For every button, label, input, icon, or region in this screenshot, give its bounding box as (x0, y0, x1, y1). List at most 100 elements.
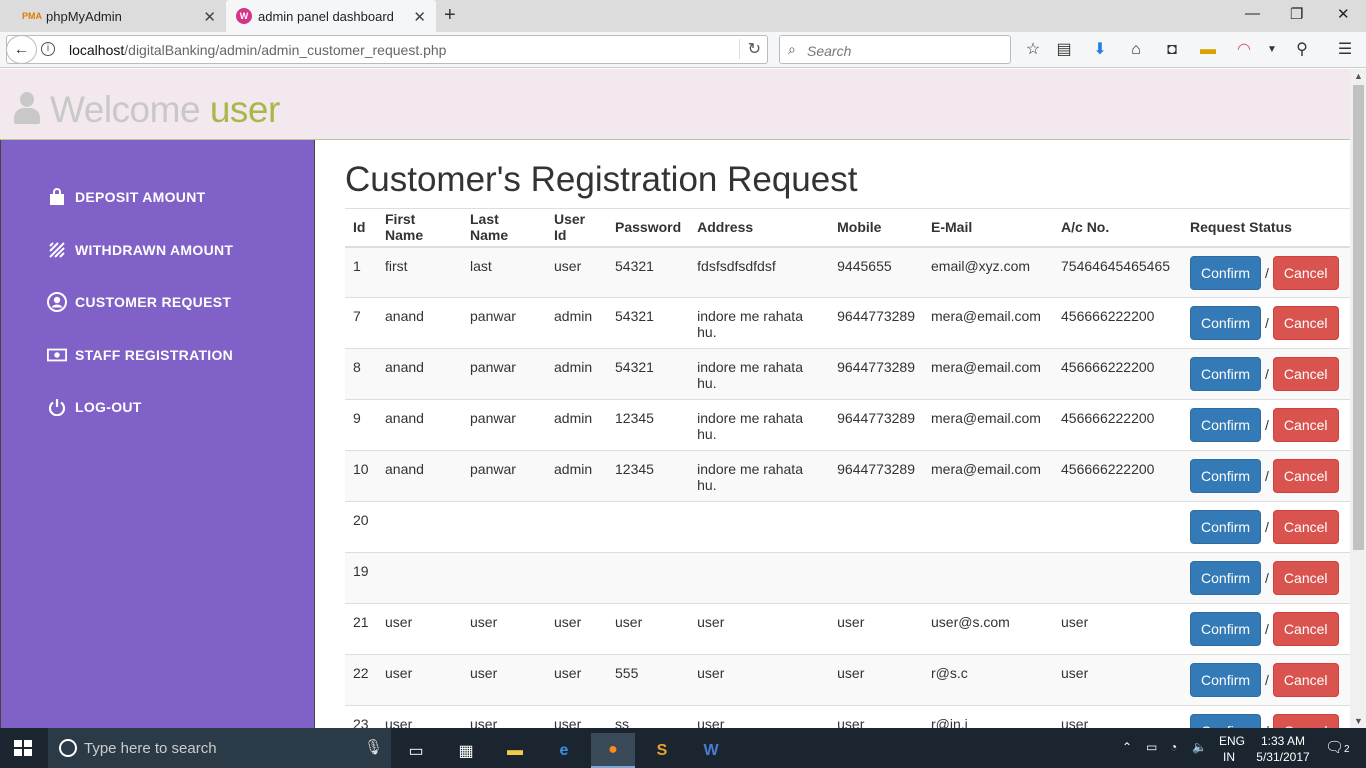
table-cell: user (829, 705, 924, 728)
table-cell: user (546, 705, 607, 728)
clock[interactable]: 1:33 AM 5/31/2017 (1252, 734, 1314, 764)
extension-icon[interactable]: ▬ (1198, 40, 1218, 60)
bookmark-star-icon[interactable]: ☆ (1023, 40, 1043, 60)
reload-icon[interactable]: ↻ (738, 39, 761, 59)
scroll-up-icon[interactable]: ▲ (1354, 71, 1363, 81)
tab-admin-panel[interactable]: W admin panel dashboard ✕ (226, 0, 436, 32)
cancel-button[interactable]: Cancel (1272, 510, 1339, 544)
vertical-scrollbar[interactable]: ▲ ▼ (1350, 69, 1366, 728)
table-cell (462, 552, 546, 604)
rainbow-extension-icon[interactable]: ◠ (1234, 40, 1254, 60)
sidebar-item-staff-registration[interactable]: STAFF REGISTRATION (47, 346, 233, 364)
confirm-button[interactable]: Confirm (1190, 510, 1262, 544)
column-header: User Id (546, 208, 607, 248)
scrollbar-thumb[interactable] (1353, 85, 1364, 550)
table-cell: 54321 (607, 246, 690, 298)
table-cell (689, 552, 830, 604)
cancel-button[interactable]: Cancel (1272, 459, 1339, 493)
store-icon[interactable]: ▦ (444, 733, 488, 768)
sidebar-item-deposit-amount[interactable]: DEPOSIT AMOUNT (47, 188, 205, 206)
table-row: 9 anand panwar admin 12345 indore me rahata h… (345, 399, 1350, 451)
edge-icon[interactable]: e (542, 733, 586, 768)
search-input[interactable]: ⌕ Search (779, 35, 1011, 64)
language-indicator[interactable]: ENG IN (1219, 734, 1245, 764)
table-cell: admin (546, 450, 607, 502)
file-explorer-icon[interactable]: ▬ (493, 733, 537, 768)
tab-label: phpMyAdmin (46, 8, 122, 24)
sidebar-item-customer-request[interactable]: CUSTOMER REQUEST (47, 292, 231, 312)
restore-icon[interactable]: ❐ (1290, 5, 1303, 23)
tab-phpmyadmin[interactable]: PMA phpMyAdmin ✕ (0, 0, 226, 32)
table-cell (462, 501, 546, 553)
separator: / (1265, 417, 1269, 433)
request-status-cell: Confirm/Cancel (1182, 552, 1350, 604)
url-text[interactable]: localhost/digitalBanking/admin/admin_cus… (69, 42, 446, 58)
table-cell: 12345 (607, 399, 690, 451)
windows-start-icon[interactable] (14, 740, 32, 756)
cancel-button[interactable]: Cancel (1272, 408, 1339, 442)
close-tab-icon[interactable]: ✕ (203, 8, 216, 26)
cancel-button[interactable]: Cancel (1272, 255, 1339, 290)
battery-icon[interactable]: ▭ (1146, 740, 1157, 754)
close-tab-icon[interactable]: ✕ (413, 8, 426, 26)
microphone-icon[interactable]: 🎙 (364, 738, 383, 756)
wamp-favicon-icon: W (236, 8, 252, 24)
dropdown-icon[interactable]: ▼ (1262, 40, 1282, 60)
confirm-button[interactable]: Confirm (1190, 357, 1262, 391)
table-cell: user (829, 654, 924, 706)
pocket-icon[interactable]: ◘ (1162, 40, 1182, 60)
confirm-button[interactable]: Confirm (1190, 561, 1262, 595)
table-cell (829, 501, 924, 553)
confirm-button[interactable]: Confirm (1190, 714, 1262, 728)
sidebar-item-log-out[interactable]: LOG-OUT (47, 398, 142, 416)
confirm-button[interactable]: Confirm (1190, 408, 1262, 442)
minimize-icon[interactable]: — (1245, 5, 1260, 22)
tool-icon[interactable]: ⚲ (1292, 40, 1312, 60)
back-arrow-icon[interactable]: ← (6, 35, 37, 64)
table-cell: 9445655 (829, 246, 924, 298)
confirm-button[interactable]: Confirm (1190, 255, 1262, 290)
home-icon[interactable]: ⌂ (1126, 40, 1146, 60)
confirm-button[interactable]: Confirm (1190, 612, 1262, 646)
table-cell: indore me rahata hu. (689, 450, 830, 502)
table-cell: 456666222200 (1053, 348, 1183, 400)
download-icon[interactable]: ⬇ (1090, 40, 1110, 60)
table-cell: 75464645465465 (1053, 246, 1183, 298)
wifi-icon[interactable]: ◔ (1170, 740, 1177, 754)
task-view-icon[interactable]: ▭ (394, 733, 438, 768)
request-status-cell: Confirm/Cancel (1182, 654, 1350, 706)
confirm-button[interactable]: Confirm (1190, 306, 1262, 340)
firefox-icon[interactable]: ● (591, 733, 635, 768)
chevron-up-icon[interactable]: ⌃ (1122, 740, 1132, 754)
word-icon[interactable]: W (689, 733, 733, 768)
table-cell: anand (377, 399, 462, 451)
reading-list-icon[interactable]: ▤ (1054, 40, 1074, 60)
scroll-down-icon[interactable]: ▼ (1354, 716, 1363, 726)
table-cell (829, 552, 924, 604)
cancel-button[interactable]: Cancel (1272, 561, 1339, 595)
menu-hamburger-icon[interactable]: ☰ (1335, 40, 1355, 60)
volume-icon[interactable]: 🔈 (1192, 740, 1207, 754)
table-row: 10 anand panwar admin 12345 indore me rahata … (345, 450, 1350, 502)
url-bar[interactable]: ← i localhost/digitalBanking/admin/admin… (6, 35, 768, 64)
cancel-button[interactable]: Cancel (1272, 306, 1339, 340)
confirm-button[interactable]: Confirm (1190, 663, 1262, 697)
taskbar-search-input[interactable]: Type here to search 🎙 (48, 728, 391, 768)
table-cell: 456666222200 (1053, 399, 1183, 451)
close-window-icon[interactable]: ✕ (1337, 5, 1350, 23)
table-cell: ss (607, 705, 690, 728)
cancel-button[interactable]: Cancel (1272, 714, 1339, 728)
info-icon[interactable]: i (41, 42, 55, 56)
sublime-text-icon[interactable]: S (640, 733, 684, 768)
taskbar-search-placeholder: Type here to search (84, 740, 217, 757)
notifications-icon[interactable]: 🗨2 (1325, 738, 1350, 756)
sidebar-item-withdrawn-amount[interactable]: WITHDRAWN AMOUNT (47, 241, 233, 259)
cancel-button[interactable]: Cancel (1272, 357, 1339, 391)
user-circle-icon (47, 292, 67, 312)
browser-tab-bar: PMA phpMyAdmin ✕ W admin panel dashboard… (0, 0, 1366, 32)
confirm-button[interactable]: Confirm (1190, 459, 1262, 493)
table-cell: indore me rahata hu. (689, 348, 830, 400)
cancel-button[interactable]: Cancel (1272, 612, 1339, 646)
cancel-button[interactable]: Cancel (1272, 663, 1339, 697)
new-tab-icon[interactable]: + (444, 4, 456, 27)
